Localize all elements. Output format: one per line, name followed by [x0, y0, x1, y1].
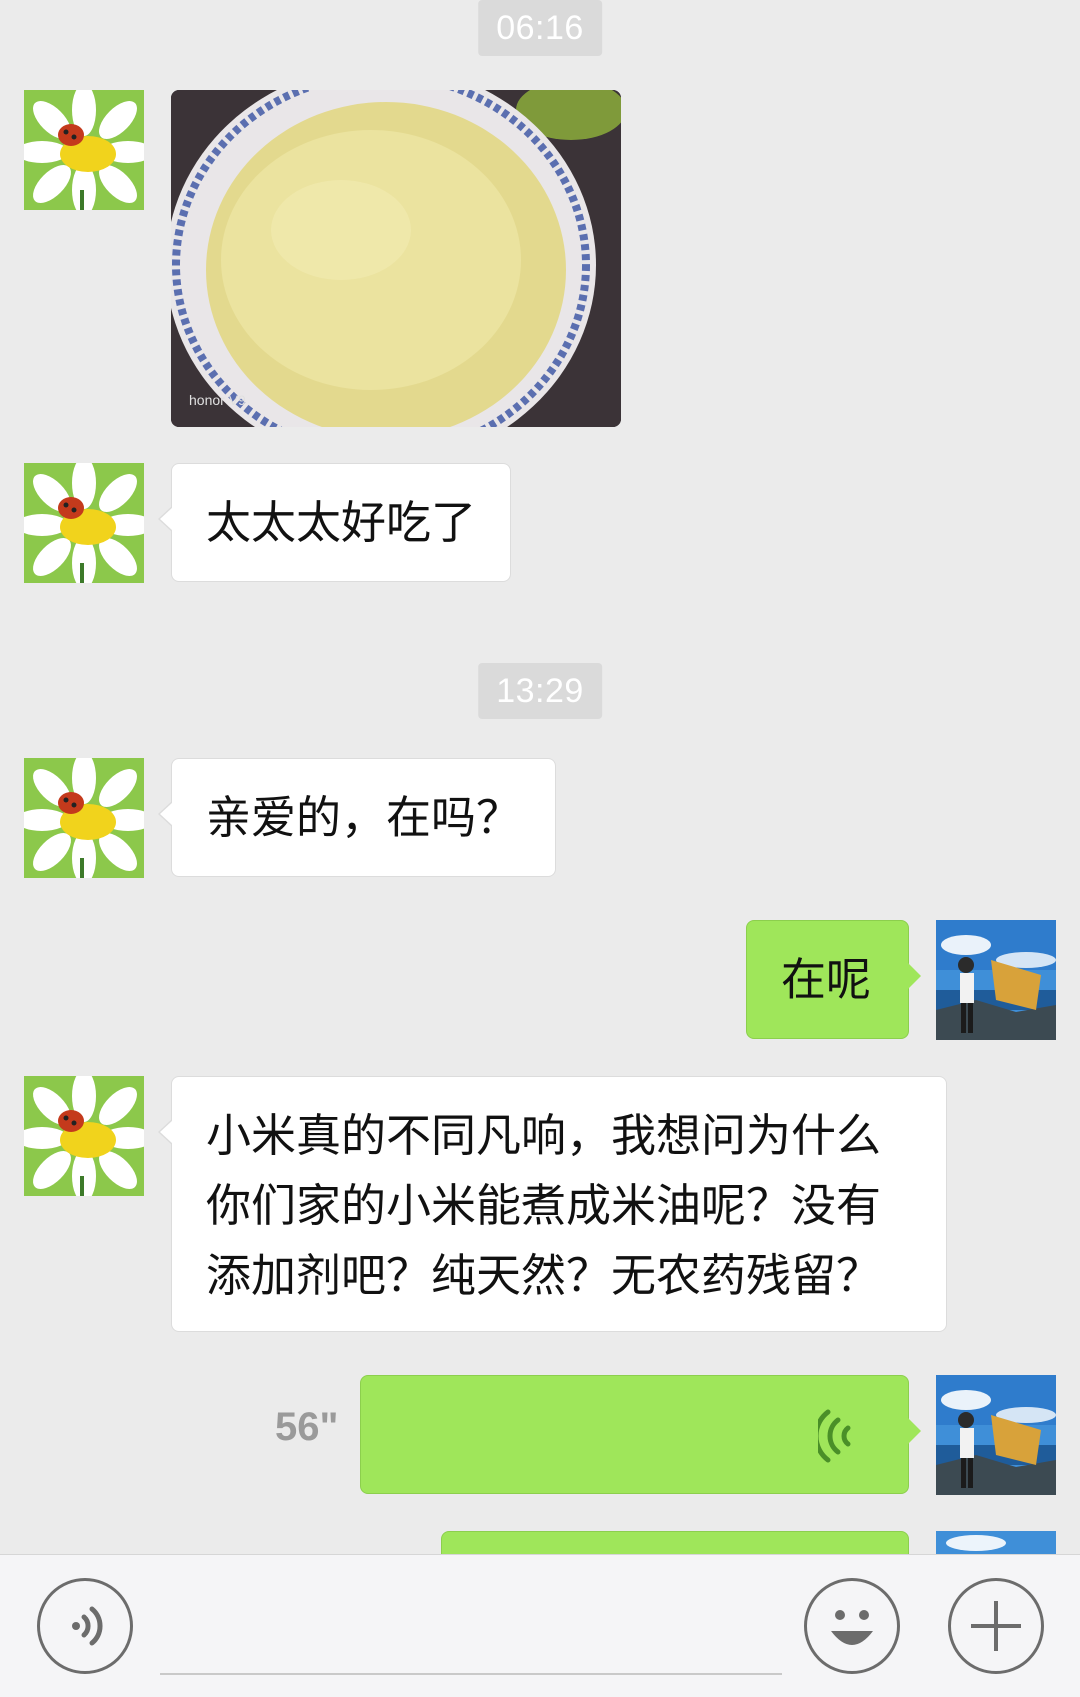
voice-duration: 56"	[275, 1405, 339, 1449]
message-bubble-outgoing-partial[interactable]	[441, 1531, 909, 1554]
chat-area[interactable]: 06:16 honor V9 太太太好吃了 13:29 亲爱的，在吗？ 在呢 小…	[0, 0, 1080, 1554]
photo-watermark: honor V9	[189, 392, 246, 408]
seaside-person-avatar-image	[936, 1531, 1056, 1554]
message-bubble-incoming[interactable]: 太太太好吃了	[157, 463, 512, 582]
message-bubble-outgoing[interactable]: 在呢	[746, 920, 921, 1039]
friend-avatar[interactable]	[24, 758, 144, 878]
daisy-ladybug-avatar-image	[24, 463, 144, 583]
daisy-ladybug-avatar-image	[24, 90, 144, 210]
my-avatar[interactable]	[936, 1375, 1056, 1495]
message-input[interactable]	[160, 1579, 782, 1675]
my-avatar[interactable]	[936, 920, 1056, 1040]
timestamp: 06:16	[478, 0, 602, 56]
friend-avatar[interactable]	[24, 90, 144, 210]
friend-avatar[interactable]	[24, 1076, 144, 1196]
voice-icon	[72, 1606, 103, 1646]
image-message-millet-porridge[interactable]: honor V9	[171, 90, 621, 427]
daisy-ladybug-avatar-image	[24, 758, 144, 878]
daisy-ladybug-avatar-image	[24, 1076, 144, 1196]
friend-avatar[interactable]	[24, 463, 144, 583]
voice-toggle-button[interactable]	[37, 1578, 133, 1674]
input-bar	[0, 1554, 1080, 1697]
message-text: 在呢	[781, 953, 872, 1006]
seaside-person-avatar-image	[936, 920, 1056, 1040]
voice-message-bubble[interactable]	[360, 1375, 921, 1494]
emoji-icon	[831, 1610, 873, 1645]
seaside-person-avatar-image	[936, 1375, 1056, 1495]
emoji-button[interactable]	[804, 1578, 900, 1674]
timestamp: 13:29	[478, 663, 602, 719]
more-button[interactable]	[948, 1578, 1044, 1674]
message-bubble-incoming[interactable]: 小米真的不同凡响，我想问为什么你们家的小米能煮成米油呢？没有添加剂吧？纯天然？无…	[158, 1076, 947, 1332]
plus-icon	[971, 1601, 1021, 1651]
message-text: 太太太好吃了	[206, 496, 477, 549]
voice-wave-icon	[818, 1409, 851, 1463]
message-text: 小米真的不同凡响，我想问为什么你们家的小米能煮成米油呢？没有添加剂吧？纯天然？无…	[206, 1109, 882, 1302]
my-avatar[interactable]	[936, 1531, 1056, 1554]
message-bubble-incoming[interactable]: 亲爱的，在吗？	[157, 758, 557, 877]
message-text: 亲爱的，在吗？	[206, 791, 522, 844]
